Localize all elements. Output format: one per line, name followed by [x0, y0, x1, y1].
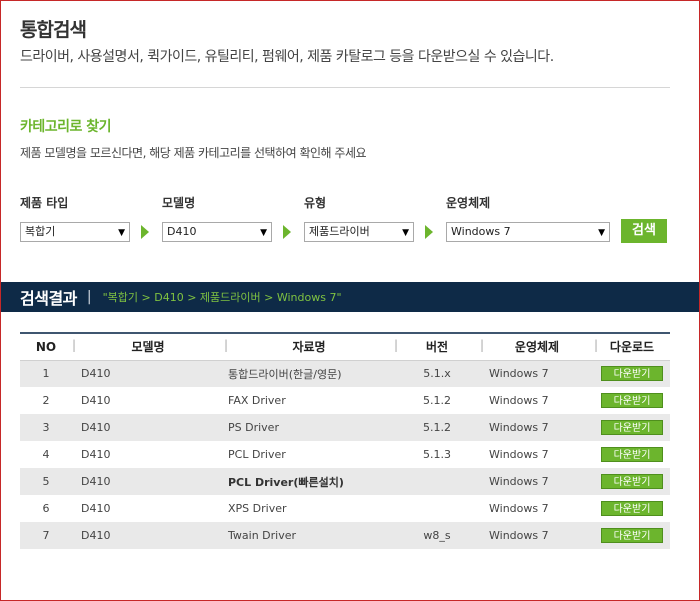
arrow-right-icon: [425, 225, 433, 239]
download-button[interactable]: 다운받기: [601, 420, 663, 435]
row-os: Windows 7: [480, 387, 594, 414]
row-model: D410: [72, 441, 224, 468]
arrow-right-icon: [283, 225, 291, 239]
row-os: Windows 7: [480, 360, 594, 387]
column-header-version: | 버전: [394, 332, 480, 361]
column-header-model: | 모델명: [72, 332, 224, 361]
row-model: D410: [72, 495, 224, 522]
row-no: 5: [20, 468, 72, 495]
row-model: D410: [72, 414, 224, 441]
category-title: 카테고리로 찾기: [20, 119, 112, 135]
download-button[interactable]: 다운받기: [601, 393, 663, 408]
row-os: Windows 7: [480, 414, 594, 441]
download-button[interactable]: 다운받기: [601, 501, 663, 516]
product-type-label: 제품 타입: [20, 196, 69, 210]
kind-select[interactable]: 제품드라이버 ▼: [304, 222, 414, 242]
row-version: 5.1.2: [394, 387, 480, 414]
table-row: 7 D410 Twain Driver w8_s Windows 7 다운받기: [20, 522, 670, 549]
column-header-os: | 운영체제: [480, 332, 594, 361]
column-header-download: | 다운로드: [594, 332, 670, 361]
dropdown-caret-icon: ▼: [260, 228, 267, 238]
product-type-select[interactable]: 복합기 ▼: [20, 222, 130, 242]
model-label: 모델명: [162, 196, 196, 210]
arrow-right-icon: [141, 225, 149, 239]
row-version: w8_s: [394, 522, 480, 549]
divider: [20, 87, 670, 88]
row-no: 4: [20, 441, 72, 468]
kind-label: 유형: [304, 196, 327, 210]
row-version: 5.1.x: [394, 360, 480, 387]
row-version: [394, 495, 480, 522]
results-title: 검색결과: [20, 289, 77, 308]
row-model: D410: [72, 522, 224, 549]
table-row: 6 D410 XPS Driver Windows 7 다운받기: [20, 495, 670, 522]
results-table: NO | 모델명 | 자료명 | 버전 | 운영체제 | 다운로드 1 D410 통합드라…: [20, 332, 670, 549]
kind-value: 제품드라이버: [309, 225, 370, 238]
table-row: 1 D410 통합드라이버(한글/영문) 5.1.x Windows 7 다운받…: [20, 360, 670, 387]
os-select[interactable]: Windows 7 ▼: [446, 222, 610, 242]
page-title: 통합검색: [20, 19, 87, 41]
table-header-row: NO | 모델명 | 자료명 | 버전 | 운영체제 | 다운로드: [20, 332, 670, 361]
row-model: D410: [72, 468, 224, 495]
os-value: Windows 7: [451, 225, 511, 238]
results-breadcrumb: "복합기 > D410 > 제품드라이버 > Windows 7": [102, 291, 342, 304]
row-os: Windows 7: [480, 495, 594, 522]
row-name: PCL Driver(빠른설치): [224, 468, 394, 495]
row-name: XPS Driver: [224, 495, 394, 522]
column-header-name: | 자료명: [224, 332, 394, 361]
row-version: 5.1.3: [394, 441, 480, 468]
table-row: 5 D410 PCL Driver(빠른설치) Windows 7 다운받기: [20, 468, 670, 495]
model-select[interactable]: D410 ▼: [162, 222, 272, 242]
row-no: 3: [20, 414, 72, 441]
results-separator: |: [86, 289, 92, 305]
page-description: 드라이버, 사용설명서, 퀵가이드, 유틸리티, 펌웨어, 제품 카탈로그 등을…: [20, 49, 554, 65]
row-name: PCL Driver: [224, 441, 394, 468]
table-row: 2 D410 FAX Driver 5.1.2 Windows 7 다운받기: [20, 387, 670, 414]
table-row: 4 D410 PCL Driver 5.1.3 Windows 7 다운받기: [20, 441, 670, 468]
download-button[interactable]: 다운받기: [601, 474, 663, 489]
row-version: 5.1.2: [394, 414, 480, 441]
dropdown-caret-icon: ▼: [598, 228, 605, 238]
row-name: 통합드라이버(한글/영문): [224, 360, 394, 387]
os-label: 운영체제: [446, 196, 491, 210]
model-value: D410: [167, 225, 197, 238]
row-os: Windows 7: [480, 441, 594, 468]
row-no: 1: [20, 360, 72, 387]
table-row: 3 D410 PS Driver 5.1.2 Windows 7 다운받기: [20, 414, 670, 441]
row-no: 7: [20, 522, 72, 549]
row-model: D410: [72, 360, 224, 387]
column-header-no: NO: [20, 332, 72, 361]
row-name: Twain Driver: [224, 522, 394, 549]
row-no: 2: [20, 387, 72, 414]
results-header-bar: 검색결과 | "복합기 > D410 > 제품드라이버 > Windows 7": [1, 282, 699, 312]
dropdown-caret-icon: ▼: [402, 228, 409, 238]
row-os: Windows 7: [480, 522, 594, 549]
row-os: Windows 7: [480, 468, 594, 495]
row-name: PS Driver: [224, 414, 394, 441]
download-button[interactable]: 다운받기: [601, 366, 663, 382]
category-description: 제품 모델명을 모르신다면, 해당 제품 카테고리를 선택하여 확인해 주세요: [20, 146, 367, 160]
row-model: D410: [72, 387, 224, 414]
dropdown-caret-icon: ▼: [118, 228, 125, 238]
search-button[interactable]: 검색: [621, 219, 667, 243]
download-button[interactable]: 다운받기: [601, 528, 663, 543]
row-version: [394, 468, 480, 495]
product-type-value: 복합기: [25, 225, 56, 238]
download-button[interactable]: 다운받기: [601, 447, 663, 462]
row-name: FAX Driver: [224, 387, 394, 414]
row-no: 6: [20, 495, 72, 522]
